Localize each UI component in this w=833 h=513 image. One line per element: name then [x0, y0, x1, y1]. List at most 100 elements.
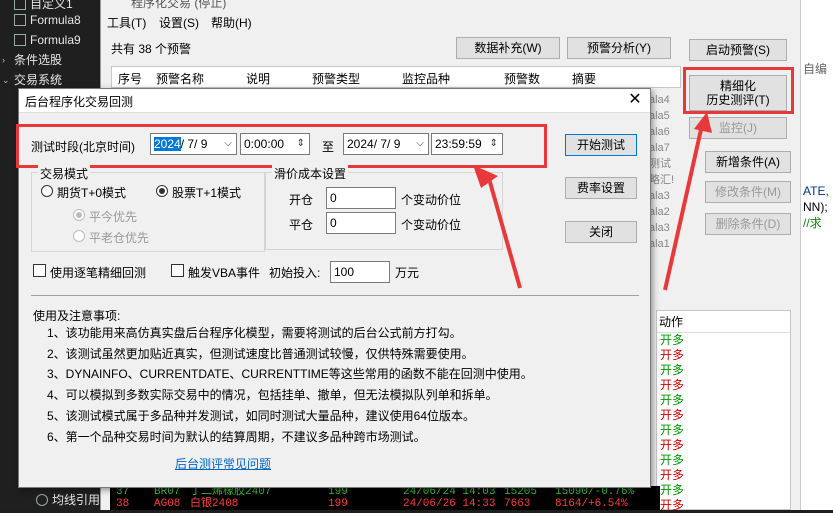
initial-invest-input[interactable]: 100: [330, 261, 390, 283]
chevron-down-icon: ⌵: [224, 138, 232, 149]
use-detail-label: 使用逐笔精细回测: [50, 266, 147, 280]
alert-analysis-button[interactable]: 预警分析(Y): [567, 37, 671, 59]
initial-invest-label: 初始投入:: [269, 266, 321, 280]
stock-mode-radio[interactable]: [156, 185, 168, 197]
test-period-label: 测试时段(北京时间): [31, 140, 135, 154]
open-unit-label: 个变动价位: [401, 193, 462, 207]
action-cell: 开多: [660, 363, 685, 377]
tree-item-formula9[interactable]: Formula9: [14, 30, 81, 50]
trigger-vba-checkbox[interactable]: [171, 264, 184, 277]
divider: [31, 295, 639, 296]
action-cell: 开多: [660, 483, 685, 497]
note-item: 5、该测试模式属于多品种并发测试，如同时测试大量品种，建议使用64位版本。: [47, 409, 476, 423]
action-cell: 开多: [660, 423, 685, 437]
slippage-title: 滑价成本设置: [272, 165, 349, 182]
use-detail-checkbox[interactable]: [33, 264, 46, 277]
window-title: 程序化交易 (停止): [131, 0, 227, 10]
modify-condition-button[interactable]: 修改条件(M): [705, 181, 791, 203]
tree-item-stock-selection[interactable]: › 条件选股: [0, 50, 62, 70]
start-alert-button[interactable]: 启动预警(S): [689, 39, 787, 61]
menu-help[interactable]: 帮助(H): [211, 14, 252, 31]
note-item: 2、该测试虽然更加贴近真实，但测试速度比普通测试较慢，仅供特殊需要使用。: [47, 347, 474, 361]
formula-icon: [14, 0, 26, 10]
col-action: 动作: [657, 311, 790, 333]
col-desc: 说明: [246, 72, 271, 86]
close-unit-label: 个变动价位: [401, 218, 462, 232]
action-table: 动作 开多 开多 开多 开多 开多 开多 开多 开多 开多 开多 开多 开多: [656, 310, 791, 512]
close-button[interactable]: 关闭: [565, 221, 637, 243]
formula-icon: [36, 494, 48, 506]
start-test-button[interactable]: 开始测试: [565, 134, 637, 156]
backtest-dialog: 后台程序化交易回测 ✕ 测试时段(北京时间) 2024/ 7/ 9 ⌵ 0:00…: [16, 88, 651, 488]
col-summary: 摘要: [572, 72, 597, 86]
code-editor-strip: 自编 ATE, NN); //求: [800, 0, 833, 510]
col-monitor-symbol: 监控品种: [402, 72, 451, 86]
close-icon[interactable]: ✕: [626, 91, 644, 109]
note-item: 1、该功能用来高仿真实盘后台程序化模型，需要将测试的后台公式前方打勾。: [47, 326, 462, 340]
action-cell: 开多: [660, 438, 685, 452]
tree-item-ma-ref[interactable]: 均线引用: [36, 490, 100, 510]
start-date-picker[interactable]: 2024/ 7/ 9 ⌵: [150, 133, 237, 155]
formula-icon: [14, 34, 26, 46]
new-condition-button[interactable]: 新增条件(A): [705, 151, 791, 173]
tree-item-formula8[interactable]: Formula8: [14, 10, 81, 30]
chevron-down-icon: ⌵: [416, 138, 424, 149]
trade-mode-title: 交易模式: [38, 165, 91, 182]
tree-item-trading-system[interactable]: ⌄ 交易系统: [0, 70, 62, 90]
end-time-field[interactable]: 23:59:59 ⇕: [431, 133, 503, 155]
dialog-title: 后台程序化交易回测: [25, 95, 134, 109]
table-row[interactable]: 38 AG08 白银2408 199 24/06/26 14:33 7663 8…: [110, 498, 660, 510]
data-supplement-button[interactable]: 数据补充(W): [456, 37, 560, 59]
notes-title: 使用及注意事项:: [33, 309, 121, 323]
note-item: 3、DYNAINFO、CURRENTDATE、CURRENTTIME等这些常用的…: [47, 367, 533, 381]
action-cell: 开多: [660, 408, 685, 422]
futures-mode-radio[interactable]: [41, 185, 53, 197]
note-item: 6、第一个品种交易时间为默认的结算周期，不建议多品种跨市场测试。: [47, 430, 426, 444]
trigger-vba-label: 触发VBA事件: [188, 266, 261, 280]
alert-log-rows: 37 BR07 丁二烯橡胶2407 199 24/06/24 14:03 152…: [110, 486, 660, 510]
col-no: 序号: [118, 72, 143, 86]
delete-condition-button[interactable]: 删除条件(D): [705, 213, 791, 235]
stock-mode-label: 股票T+1模式: [172, 186, 242, 200]
note-item: 4、可以模拟到多数实际交易中的情况，包括挂单、撤单，但无法模拟队列单和拆单。: [47, 388, 498, 402]
fee-settings-button[interactable]: 费率设置: [565, 177, 637, 199]
start-time-field[interactable]: 0:00:00 ⇕: [240, 133, 310, 155]
alert-table-header: 序号 预警名称 说明 预警类型 监控品种 预警数 摘要: [111, 66, 681, 88]
open-label: 开仓: [289, 193, 314, 207]
futures-mode-label: 期货T+0模式: [57, 186, 127, 200]
faq-link[interactable]: 后台测评常见问题: [175, 455, 271, 472]
close-today-first-label: 平今优先: [89, 210, 138, 224]
close-label: 平仓: [289, 218, 314, 232]
refined-history-eval-button[interactable]: 精细化 历史测评(T): [689, 75, 787, 111]
to-label: 至: [322, 140, 335, 154]
end-date-picker[interactable]: 2024/ 7/ 9 ⌵: [343, 133, 429, 155]
action-cell: 开多: [660, 378, 685, 392]
action-cell: 开多: [660, 393, 685, 407]
close-old-first-label: 平老仓优先: [89, 231, 150, 245]
chevron-right-icon: ›: [2, 55, 5, 65]
action-cell: 开多: [660, 498, 685, 512]
formula-icon: [14, 14, 26, 26]
col-alert-count: 预警数: [504, 72, 541, 86]
col-alert-type: 预警类型: [312, 72, 361, 86]
chevron-down-icon: ⌄: [2, 75, 10, 85]
action-cell: 开多: [660, 348, 685, 362]
alert-count: 共有 38 个预警: [111, 42, 192, 56]
action-cell: 开多: [660, 468, 685, 482]
spinner-icon: ⇕: [489, 138, 498, 149]
invest-unit-label: 万元: [395, 266, 420, 280]
slippage-group: 滑价成本设置: [265, 165, 503, 250]
close-slippage-input[interactable]: 0: [326, 212, 396, 234]
monitor-button[interactable]: 监控(J): [689, 117, 787, 139]
action-cell: 开多: [660, 333, 685, 347]
alert-list-peek: ala4 ala5 ala6 ala7 测试 略汇! ala3 ala2 ala…: [649, 94, 675, 250]
menu-settings[interactable]: 设置(S): [159, 14, 199, 31]
close-today-first-radio[interactable]: [73, 209, 85, 221]
dialog-titlebar: 后台程序化交易回测 ✕: [19, 89, 650, 113]
close-old-first-radio[interactable]: [73, 230, 85, 242]
col-alert-name: 预警名称: [156, 72, 205, 86]
menu-bar: 工具(T) 设置(S) 帮助(H): [101, 12, 800, 32]
menu-tools[interactable]: 工具(T): [107, 14, 146, 31]
open-slippage-input[interactable]: 0: [326, 187, 396, 209]
spinner-icon: ⇕: [296, 138, 305, 149]
